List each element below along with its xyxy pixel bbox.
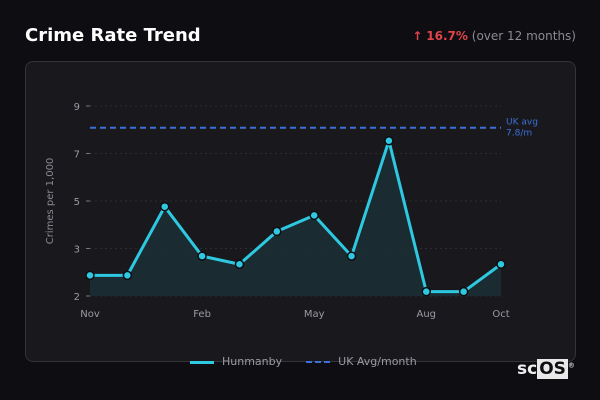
chart-legend: Hunmanby UK Avg/month xyxy=(190,355,417,368)
x-tick-label: Aug xyxy=(417,309,437,320)
legend-item-uk-avg[interactable]: UK Avg/month xyxy=(306,355,417,368)
data-point xyxy=(234,259,245,269)
data-point xyxy=(85,270,95,281)
legend-item-hunmanby[interactable]: Hunmanby xyxy=(190,355,282,368)
legend-label: Hunmanby xyxy=(222,355,283,368)
y-tick-label: 2 xyxy=(74,292,80,303)
data-point xyxy=(197,251,207,261)
data-point xyxy=(159,201,170,212)
x-tick-label: May xyxy=(304,309,325,320)
x-tick-label: Feb xyxy=(193,309,211,320)
y-tick-label: 5 xyxy=(74,197,80,208)
solid-line-swatch-icon xyxy=(190,360,214,364)
x-tick-label: Oct xyxy=(492,309,509,320)
uk-average-label: UK avg xyxy=(506,118,538,128)
uk-average-value-label: 7.8/m xyxy=(506,129,532,139)
y-tick-label: 7 xyxy=(74,150,80,161)
line-chart: 2 3 5 7 9 Nov Feb May Aug Oct Crimes per 1,000 UK a… xyxy=(45,102,538,320)
y-tick-label: 9 xyxy=(74,102,80,113)
data-point xyxy=(384,135,394,146)
data-point xyxy=(346,251,357,261)
data-point xyxy=(496,259,506,269)
series-area xyxy=(90,140,501,296)
data-point xyxy=(309,210,319,221)
data-point xyxy=(272,226,282,237)
y-axis-label: Crimes per 1,000 xyxy=(45,158,56,245)
y-tick-label: 3 xyxy=(74,245,80,256)
data-point xyxy=(421,286,432,297)
data-point xyxy=(458,286,469,297)
scos-logo: sc OS ® xyxy=(517,359,575,379)
dashed-line-swatch-icon xyxy=(306,361,331,363)
x-tick-label: Nov xyxy=(80,309,100,320)
legend-label: UK Avg/month xyxy=(338,355,417,368)
data-point xyxy=(122,270,133,281)
